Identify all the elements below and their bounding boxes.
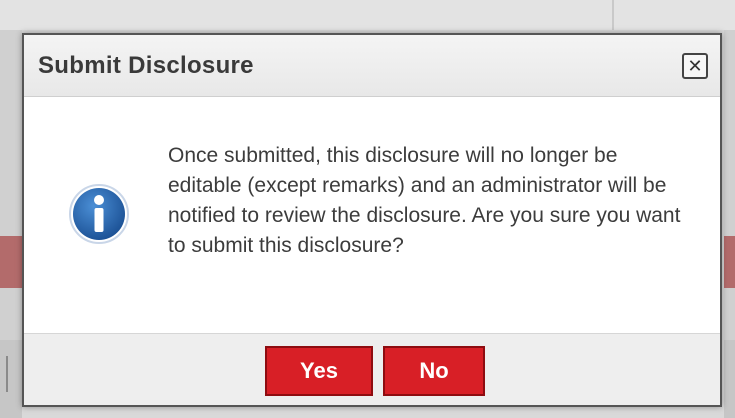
yes-button[interactable]: Yes bbox=[265, 346, 373, 396]
background-mark bbox=[6, 356, 12, 392]
dialog-title: Submit Disclosure bbox=[38, 52, 254, 79]
info-icon bbox=[69, 184, 129, 244]
close-icon: ✕ bbox=[687, 56, 703, 76]
background-band-left bbox=[0, 236, 22, 288]
confirmation-message: Once submitted, this disclosure will no … bbox=[168, 144, 681, 257]
submit-disclosure-dialog: Submit Disclosure ✕ Once submitted, this… bbox=[22, 33, 722, 407]
no-button[interactable]: No bbox=[383, 346, 485, 396]
close-button[interactable]: ✕ bbox=[682, 53, 708, 79]
dialog-body: Once submitted, this disclosure will no … bbox=[24, 97, 720, 335]
background-top-bar bbox=[0, 0, 735, 30]
page-backdrop: Submit Disclosure ✕ Once submitted, this… bbox=[0, 0, 735, 418]
background-bottom-right bbox=[724, 340, 735, 418]
dialog-footer: Yes No bbox=[24, 333, 720, 405]
background-divider bbox=[612, 0, 614, 30]
background-band-right bbox=[724, 236, 735, 288]
dialog-header: Submit Disclosure ✕ bbox=[24, 35, 720, 97]
